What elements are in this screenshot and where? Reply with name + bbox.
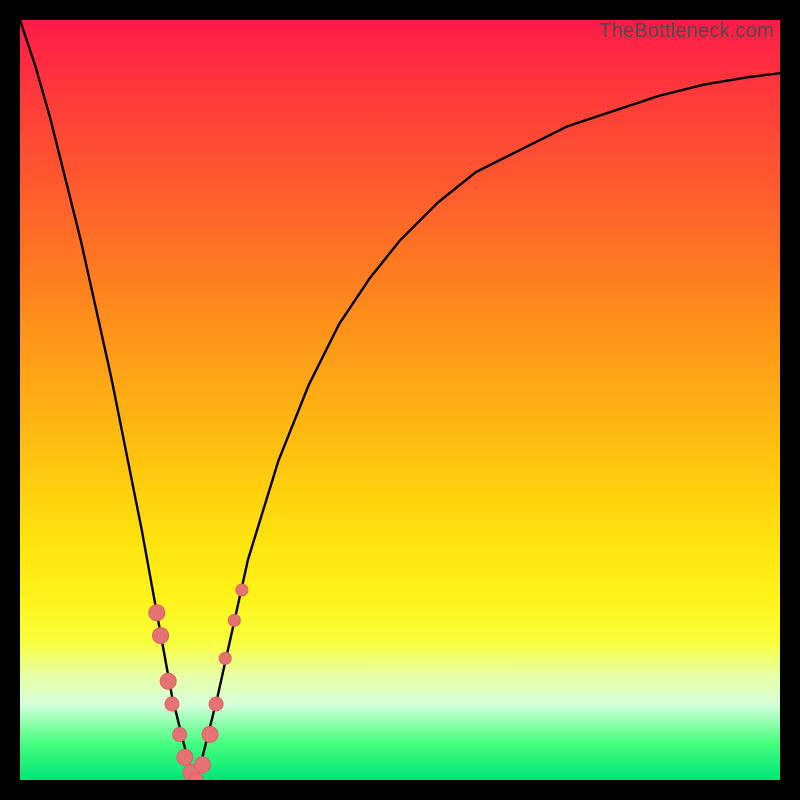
watermark-label: TheBottleneck.com xyxy=(599,20,774,43)
scatter-point xyxy=(173,727,187,741)
scatter-point xyxy=(153,628,169,644)
scatter-point xyxy=(177,749,193,765)
scatter-point xyxy=(194,757,210,773)
scatter-point xyxy=(236,584,248,596)
scatter-point xyxy=(160,673,176,689)
scatter-point xyxy=(228,614,240,626)
scatter-point xyxy=(183,764,199,780)
bottleneck-curve xyxy=(20,20,780,780)
scatter-point xyxy=(149,605,165,621)
scatter-markers xyxy=(149,584,248,780)
curve-layer xyxy=(20,20,780,780)
scatter-point xyxy=(219,652,231,664)
plot-area: TheBottleneck.com xyxy=(20,20,780,780)
scatter-point xyxy=(165,697,179,711)
scatter-point xyxy=(202,726,218,742)
scatter-point xyxy=(189,773,203,780)
scatter-point xyxy=(209,697,223,711)
chart-frame: TheBottleneck.com xyxy=(0,0,800,800)
